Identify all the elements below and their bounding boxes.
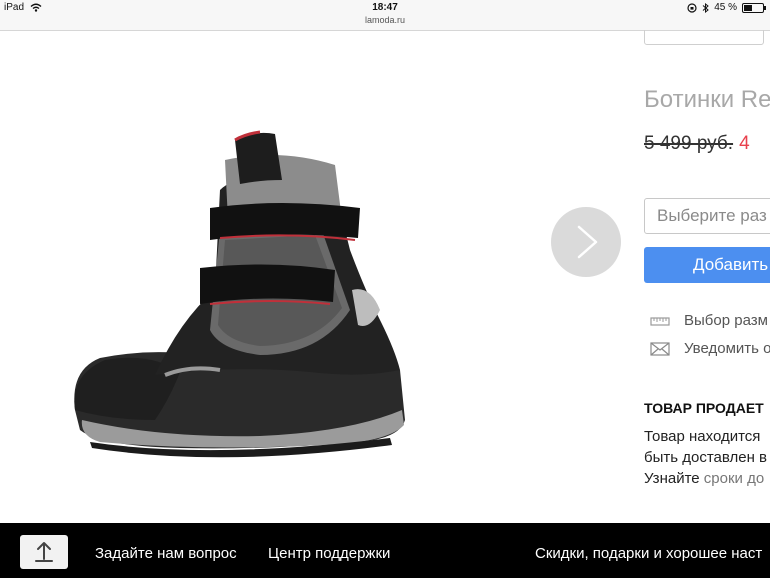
ask-question-link[interactable]: Задайте нам вопрос bbox=[95, 545, 237, 562]
size-guide-link[interactable]: Выбор разм bbox=[650, 312, 768, 329]
sale-price: 4 bbox=[739, 133, 750, 154]
status-right: 45 % bbox=[687, 2, 766, 13]
size-guide-label: Выбор разм bbox=[684, 312, 768, 329]
envelope-icon bbox=[650, 341, 670, 356]
battery-percent: 45 % bbox=[714, 2, 737, 13]
address-url[interactable]: lamoda.ru bbox=[0, 14, 770, 26]
battery-level bbox=[744, 4, 752, 11]
partial-dropdown-box[interactable] bbox=[644, 30, 764, 45]
orientation-lock-icon bbox=[687, 2, 697, 13]
seller-info-line-1: Товар находится bbox=[644, 428, 761, 445]
winter-boot-image bbox=[74, 130, 406, 458]
next-image-button[interactable] bbox=[551, 207, 621, 277]
notify-link[interactable]: Уведомить о bbox=[650, 340, 770, 357]
bluetooth-icon bbox=[702, 2, 709, 13]
add-to-cart-button[interactable]: Добавить bbox=[644, 247, 770, 283]
seller-info-line-2: быть доставлен в bbox=[644, 449, 768, 466]
status-bar: iPad 18:47 lamoda.ru 45 % bbox=[0, 0, 770, 31]
promo-link[interactable]: Скидки, подарки и хорошее наст bbox=[535, 545, 762, 562]
notify-label: Уведомить о bbox=[684, 340, 770, 357]
clock: 18:47 bbox=[372, 2, 398, 13]
status-center: 18:47 lamoda.ru bbox=[0, 1, 770, 26]
ruler-icon bbox=[650, 316, 670, 326]
seller-info-prefix: Узнайте bbox=[644, 470, 700, 487]
seller-info-line-3: Узнайте сроки до bbox=[644, 470, 764, 487]
bottom-bar: Задайте нам вопрос Центр поддержки Скидк… bbox=[0, 523, 770, 578]
seller-heading: ТОВАР ПРОДАЕТ bbox=[644, 400, 764, 416]
price-row: 5 499 руб. 4 bbox=[644, 133, 750, 155]
battery-icon bbox=[742, 2, 766, 13]
support-center-link[interactable]: Центр поддержки bbox=[268, 545, 390, 562]
size-select[interactable]: Выберите раз bbox=[644, 198, 770, 234]
upload-button[interactable] bbox=[20, 535, 68, 569]
product-title: Ботинки Re bbox=[644, 86, 770, 113]
share-upload-icon bbox=[35, 542, 53, 562]
chevron-right-icon bbox=[577, 225, 598, 259]
delivery-terms-link[interactable]: сроки до bbox=[704, 470, 764, 487]
old-price: 5 499 руб. bbox=[644, 133, 734, 154]
